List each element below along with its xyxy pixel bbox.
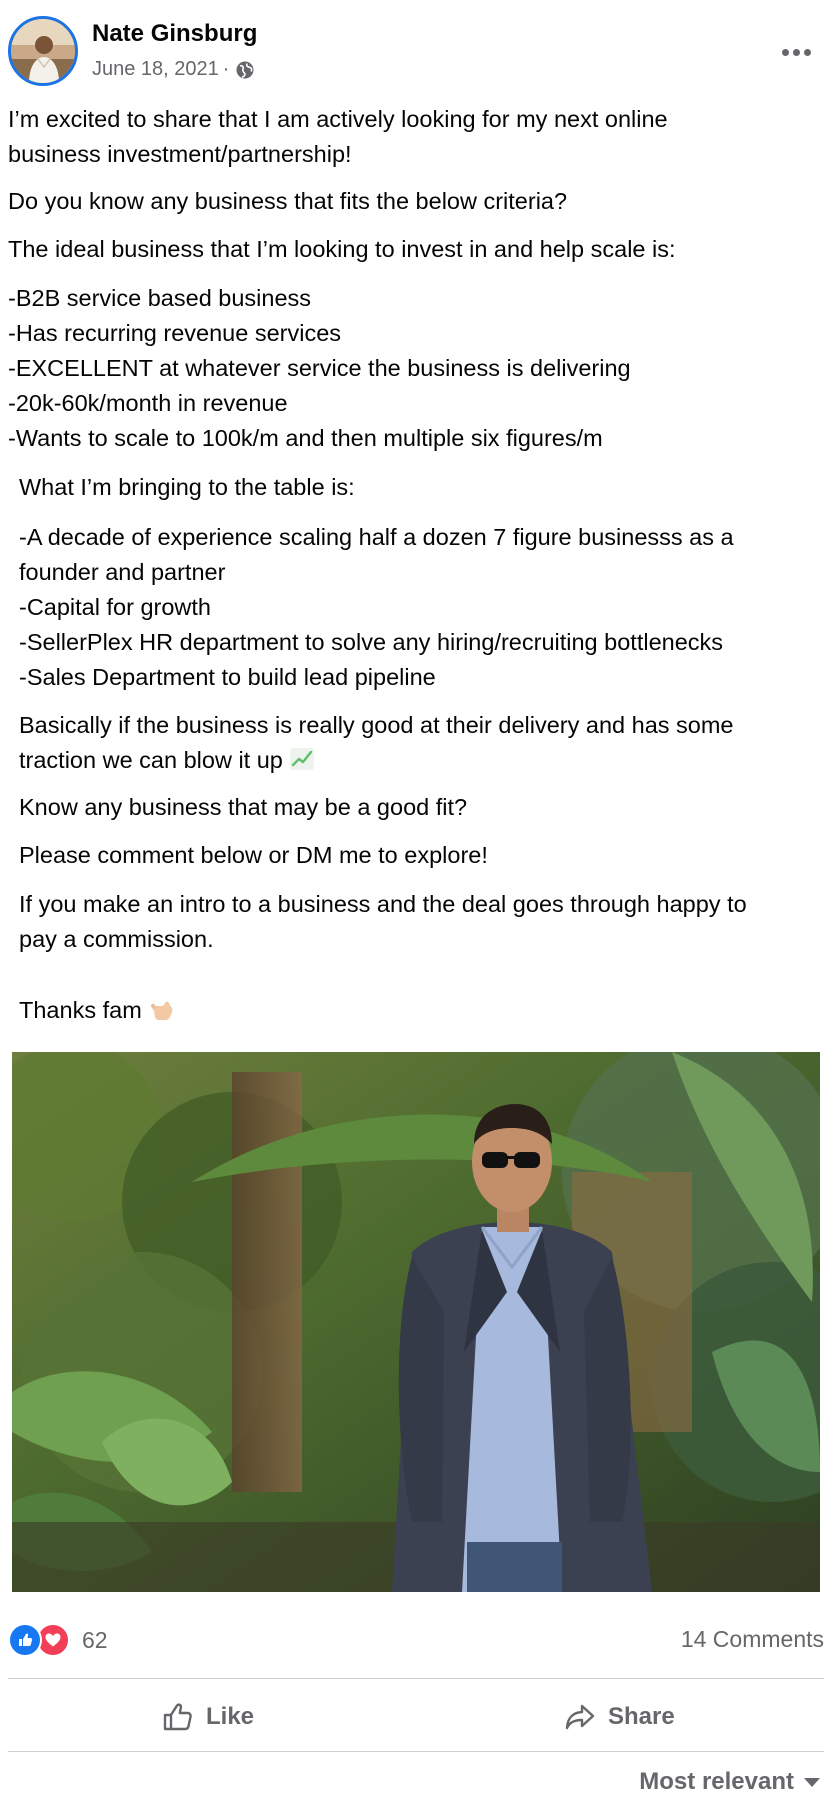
thumbs-up-outline-icon: [163, 1703, 192, 1731]
chart-increasing-emoji: [289, 746, 315, 770]
post-text-fragment: traction we can blow it up: [19, 747, 283, 773]
post-text-line: Please comment below or DM me to explore…: [19, 842, 488, 868]
post-text-line: traction we can blow it up: [19, 743, 315, 778]
reaction-count: 62: [82, 1626, 108, 1653]
post-text-line: -EXCELLENT at whatever service the busin…: [8, 355, 631, 381]
post-text-line: Do you know any business that fits the b…: [8, 188, 568, 214]
post-photo[interactable]: [12, 1052, 820, 1592]
post-text-line: -B2B service based business: [8, 285, 312, 311]
thumbs-up-icon: [8, 1623, 42, 1657]
post-text-line: -Wants to scale to 100k/m and then multi…: [8, 425, 603, 451]
comment-sort-dropdown[interactable]: Most relevant: [639, 1768, 820, 1796]
post-text-line: Know any business that may be a good fit…: [19, 794, 468, 820]
avatar[interactable]: [8, 16, 78, 86]
post-text-line: -20k-60k/month in revenue: [8, 390, 288, 416]
post-meta: June 18, 2021 ·: [92, 58, 255, 81]
post-text-line: Thanks fam: [19, 993, 176, 1028]
reactions-summary[interactable]: 62: [8, 1622, 108, 1658]
post-photo-image: [12, 1052, 820, 1592]
comments-count[interactable]: 14 Comments: [681, 1626, 824, 1653]
like-label: Like: [206, 1703, 255, 1730]
post-text-line: -Has recurring revenue services: [8, 320, 342, 346]
globe-icon[interactable]: [235, 60, 255, 80]
post-text-line: -Sales Department to build lead pipeline: [19, 664, 436, 690]
post-text-line: -Capital for growth: [19, 594, 211, 620]
post-text-line: -A decade of experience scaling half a d…: [19, 524, 734, 550]
share-arrow-icon: [565, 1704, 595, 1730]
meta-separator: ·: [222, 58, 230, 80]
avatar-image: [11, 19, 75, 83]
author-name[interactable]: Nate Ginsburg: [92, 20, 257, 48]
post-header: Nate Ginsburg June 18, 2021 ·: [8, 16, 824, 88]
post-text-line: founder and partner: [19, 559, 226, 585]
divider: [8, 1678, 824, 1679]
post-text-line: What I’m bringing to the table is:: [19, 474, 355, 500]
post-text-fragment: Thanks fam: [19, 997, 142, 1023]
post-text-line: Basically if the business is really good…: [19, 712, 734, 738]
sort-label: Most relevant: [639, 1768, 794, 1795]
post-text-line: I’m excited to share that I am actively …: [8, 106, 668, 132]
more-options-button[interactable]: [776, 36, 816, 68]
divider: [8, 1751, 824, 1752]
post-card: Nate Ginsburg June 18, 2021 · I’m excite…: [0, 0, 832, 1813]
post-text-line: pay a commission.: [19, 926, 214, 952]
post-text-line: -SellerPlex HR department to solve any h…: [19, 629, 724, 655]
like-button[interactable]: Like: [162, 1695, 254, 1739]
post-date[interactable]: June 18, 2021: [92, 58, 219, 81]
post-text-line: business investment/partnership!: [8, 141, 352, 167]
share-label: Share: [608, 1703, 675, 1730]
call-me-hand-emoji: [148, 997, 176, 1023]
post-text-line: The ideal business that I’m looking to i…: [8, 236, 676, 262]
share-button[interactable]: Share: [564, 1695, 675, 1739]
post-text-line: If you make an intro to a business and t…: [19, 891, 747, 917]
caret-down-icon: [804, 1777, 820, 1787]
more-options-icon: [781, 48, 811, 56]
